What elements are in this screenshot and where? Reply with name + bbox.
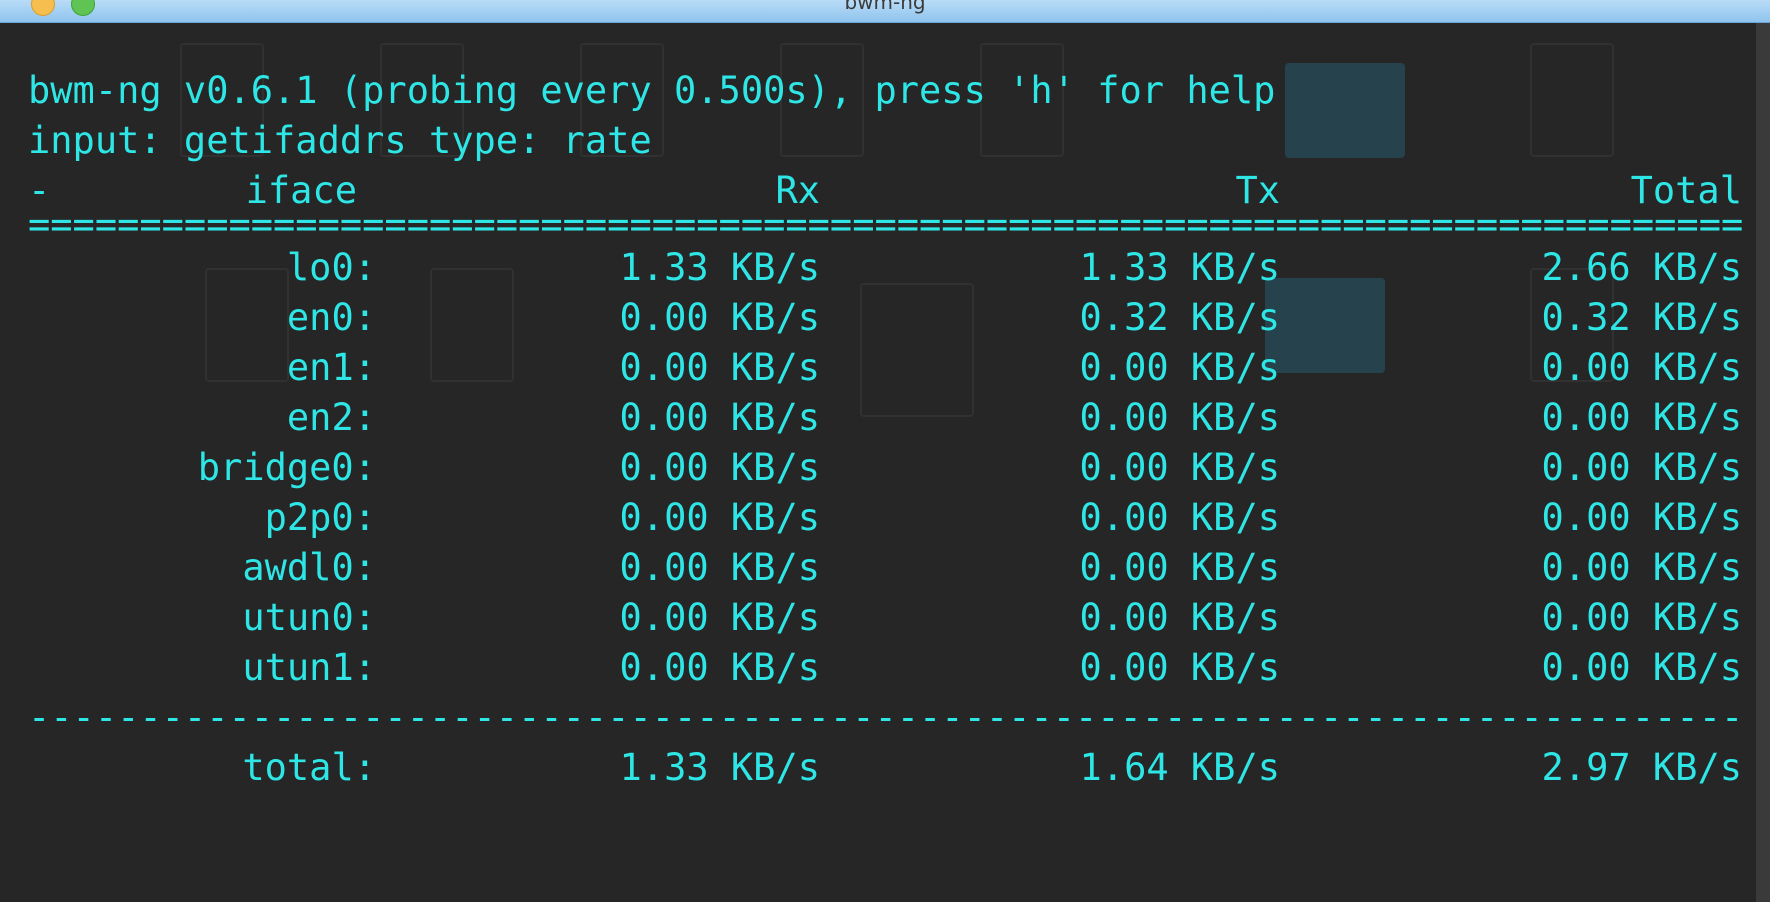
iface-name: p2p0: bbox=[264, 496, 376, 539]
total-value: 0.00 KB/s bbox=[1541, 446, 1742, 489]
tx-value: 0.00 KB/s bbox=[1079, 346, 1280, 389]
iface-name: utun1: bbox=[242, 646, 376, 689]
rx-value: 0.00 KB/s bbox=[619, 346, 820, 389]
total-value: 0.00 KB/s bbox=[1541, 546, 1742, 589]
background-document-icon bbox=[1530, 43, 1614, 157]
separator-bottom: ----------------------------------------… bbox=[28, 696, 1742, 739]
tx-value: 1.33 KB/s bbox=[1079, 246, 1280, 289]
iface-name: bridge0: bbox=[197, 446, 376, 489]
rx-value: 0.00 KB/s bbox=[619, 446, 820, 489]
tx-value: 0.32 KB/s bbox=[1079, 296, 1280, 339]
tx-value: 0.00 KB/s bbox=[1079, 546, 1280, 589]
total-value: 0.00 KB/s bbox=[1541, 396, 1742, 439]
scrollbar[interactable] bbox=[1756, 23, 1770, 902]
table-row: awdl0: 0.00 KB/s 0.00 KB/s 0.00 KB/s bbox=[0, 543, 1770, 593]
rx-value: 1.33 KB/s bbox=[619, 246, 820, 289]
tx-value: 0.00 KB/s bbox=[1079, 446, 1280, 489]
terminal-area[interactable]: bwm-ng v0.6.1 (probing every 0.500s), pr… bbox=[0, 23, 1770, 902]
total-value: 0.00 KB/s bbox=[1541, 496, 1742, 539]
title-bar[interactable]: bwm-ng bbox=[0, 0, 1770, 23]
rx-value: 0.00 KB/s bbox=[619, 296, 820, 339]
rx-value: 0.00 KB/s bbox=[619, 596, 820, 639]
total-value: 0.00 KB/s bbox=[1541, 346, 1742, 389]
iface-name: en2: bbox=[286, 396, 376, 439]
total-label: total: bbox=[242, 746, 376, 789]
table-row: en1: 0.00 KB/s 0.00 KB/s 0.00 KB/s bbox=[0, 343, 1770, 393]
rx-value: 0.00 KB/s bbox=[619, 546, 820, 589]
input-line: input: getifaddrs type: rate bbox=[28, 119, 652, 162]
terminal-window: bwm-ng bwm-ng v0.6.1 (probing every 0.50… bbox=[0, 0, 1770, 902]
total-rx-value: 1.33 KB/s bbox=[619, 746, 820, 789]
total-value: 2.66 KB/s bbox=[1541, 246, 1742, 289]
background-folder-icon bbox=[1285, 63, 1405, 158]
rx-value: 0.00 KB/s bbox=[619, 646, 820, 689]
window-title: bwm-ng bbox=[844, 0, 926, 14]
total-total-value: 2.97 KB/s bbox=[1541, 746, 1742, 789]
table-row: bridge0: 0.00 KB/s 0.00 KB/s 0.00 KB/s bbox=[0, 443, 1770, 493]
iface-name: utun0: bbox=[242, 596, 376, 639]
total-value: 0.00 KB/s bbox=[1541, 646, 1742, 689]
iface-name: en0: bbox=[286, 296, 376, 339]
table-row: en2: 0.00 KB/s 0.00 KB/s 0.00 KB/s bbox=[0, 393, 1770, 443]
total-row: total: 1.33 KB/s 1.64 KB/s 2.97 KB/s bbox=[0, 743, 1770, 793]
table-row: lo0: 1.33 KB/s 1.33 KB/s 2.66 KB/s bbox=[0, 243, 1770, 293]
table-row: p2p0: 0.00 KB/s 0.00 KB/s 0.00 KB/s bbox=[0, 493, 1770, 543]
iface-name: awdl0: bbox=[242, 546, 376, 589]
tx-value: 0.00 KB/s bbox=[1079, 396, 1280, 439]
table-row: utun1: 0.00 KB/s 0.00 KB/s 0.00 KB/s bbox=[0, 643, 1770, 693]
total-value: 0.32 KB/s bbox=[1541, 296, 1742, 339]
tx-value: 0.00 KB/s bbox=[1079, 646, 1280, 689]
total-value: 0.00 KB/s bbox=[1541, 596, 1742, 639]
rx-value: 0.00 KB/s bbox=[619, 396, 820, 439]
rx-value: 0.00 KB/s bbox=[619, 496, 820, 539]
total-tx-value: 1.64 KB/s bbox=[1079, 746, 1280, 789]
header-line: bwm-ng v0.6.1 (probing every 0.500s), pr… bbox=[28, 69, 1276, 112]
table-row: en0: 0.00 KB/s 0.32 KB/s 0.32 KB/s bbox=[0, 293, 1770, 343]
table-row: utun0: 0.00 KB/s 0.00 KB/s 0.00 KB/s bbox=[0, 593, 1770, 643]
tx-value: 0.00 KB/s bbox=[1079, 496, 1280, 539]
tx-value: 0.00 KB/s bbox=[1079, 596, 1280, 639]
iface-name: en1: bbox=[286, 346, 376, 389]
iface-name: lo0: bbox=[286, 246, 376, 289]
